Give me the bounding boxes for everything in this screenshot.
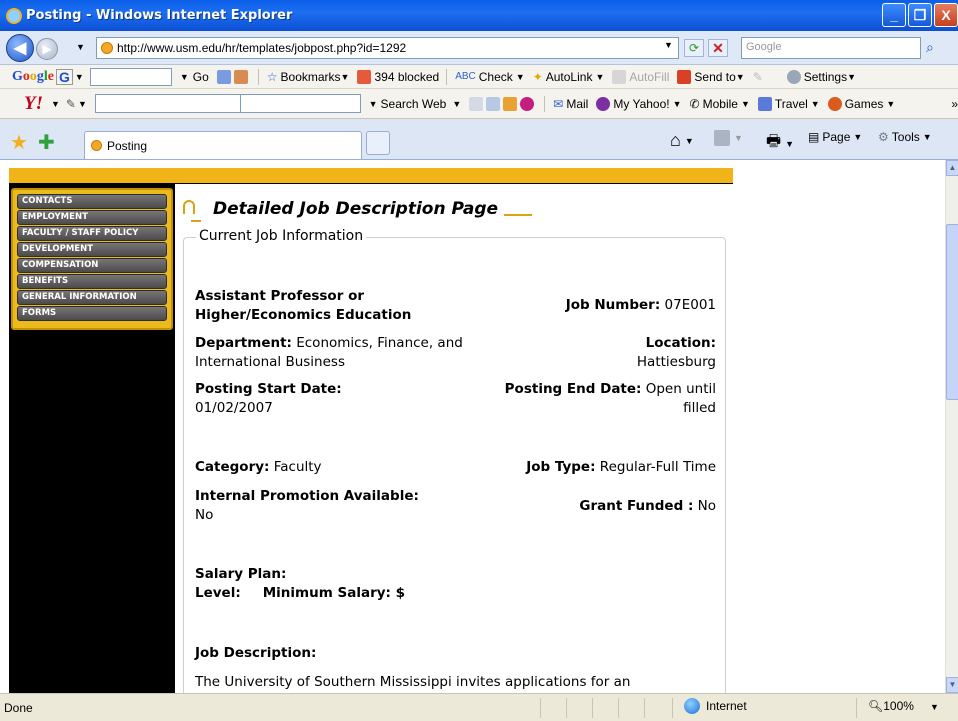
google-icons[interactable]: [216, 69, 251, 84]
posting-end-date: Posting End Date: Open until filled: [504, 381, 716, 416]
salary-plan: Salary Plan:: [195, 566, 287, 582]
popup-blocked-button[interactable]: 394 blocked: [357, 69, 439, 84]
close-button[interactable]: X: [934, 3, 958, 27]
salary-level: Level: Minimum Salary: $: [195, 585, 406, 601]
url-field[interactable]: http://www.usm.edu/hr/templates/jobpost.…: [96, 37, 679, 59]
heading-arch-icon: [183, 198, 201, 222]
google-g-icon[interactable]: G: [56, 68, 73, 85]
yahoo-mobile-button[interactable]: ✆ Mobile ▼: [690, 97, 750, 111]
sidebar-item-benefits[interactable]: BENEFITS: [17, 274, 167, 289]
title-bar: Posting - Windows Internet Explorer _ ❐ …: [0, 0, 958, 31]
search-input[interactable]: Google: [741, 37, 921, 59]
section-legend: Current Job Information: [196, 228, 367, 244]
vertical-scrollbar[interactable]: ▲ ▼: [945, 160, 958, 693]
ie-logo-icon: [6, 7, 22, 24]
page-viewport: CONTACTS EMPLOYMENT FACULTY / STAFF POLI…: [0, 160, 945, 693]
main-content: Detailed Job Description Page Current Jo…: [175, 184, 733, 693]
scroll-up-icon[interactable]: ▲: [946, 160, 958, 176]
page-title: Detailed Job Description Page: [213, 199, 499, 219]
yahoo-tool-icons[interactable]: [469, 96, 537, 111]
sidebar-item-compensation[interactable]: COMPENSATION: [17, 258, 167, 273]
posting-start-date: Posting Start Date: 01/02/2007: [195, 381, 342, 416]
scroll-down-icon[interactable]: ▼: [946, 677, 958, 693]
window-controls: _ ❐ X: [880, 3, 958, 27]
spell-check-button[interactable]: ABC Check ▼: [455, 70, 525, 84]
sidebar-item-faculty-staff-policy[interactable]: FACULTY / STAFF POLICY: [17, 226, 167, 241]
sidebar-item-development[interactable]: DEVELOPMENT: [17, 242, 167, 257]
location: Location: Hattiesburg: [636, 335, 716, 370]
internet-globe-icon: [684, 698, 700, 714]
google-go-button[interactable]: ▼ Go: [180, 70, 209, 84]
send-to-button[interactable]: Send to ▼: [677, 69, 745, 84]
yahoo-mail-button[interactable]: ✉ Mail: [553, 97, 588, 111]
job-title: Assistant Professor or Higher/Economics E…: [195, 288, 412, 323]
tab-posting[interactable]: Posting: [84, 131, 362, 159]
job-description-label: Job Description:: [195, 645, 317, 661]
status-bar: Done Internet 🔍︎100% ▼: [0, 693, 958, 721]
page-menu-button[interactable]: ▤ Page ▼: [808, 130, 862, 144]
forward-button[interactable]: ▶: [36, 38, 58, 60]
job-type: Job Type: Regular-Full Time: [526, 459, 716, 475]
yahoo-games-button[interactable]: Games ▼: [827, 96, 895, 111]
add-favorites-icon[interactable]: ✚: [38, 130, 55, 155]
autolink-button[interactable]: ✦ AutoLink ▼: [533, 70, 605, 84]
site-favicon-icon: [101, 42, 113, 54]
scroll-thumb[interactable]: [946, 224, 958, 400]
sidebar-menu: CONTACTS EMPLOYMENT FACULTY / STAFF POLI…: [11, 188, 173, 330]
sidebar-item-contacts[interactable]: CONTACTS: [17, 194, 167, 209]
address-bar: ◀ ▶ ▼ http://www.usm.edu/hr/templates/jo…: [0, 31, 958, 65]
tab-favicon-icon: [91, 140, 102, 151]
toolbar-more-button[interactable]: »: [951, 97, 958, 111]
yahoo-travel-button[interactable]: Travel ▼: [757, 96, 820, 111]
page-header-bar: [9, 168, 733, 184]
zoom-icon: 🔍︎: [868, 699, 884, 713]
google-logo[interactable]: Google: [12, 69, 54, 85]
pencil-icon[interactable]: ✎: [753, 70, 763, 84]
grant-funded: Grant Funded : No: [579, 498, 716, 514]
minimize-button[interactable]: _: [882, 3, 906, 27]
bookmarks-button[interactable]: ☆ Bookmarks ▼: [267, 70, 350, 84]
google-search-input[interactable]: [89, 67, 172, 86]
favorites-star-icon[interactable]: ★: [10, 130, 28, 155]
google-toolbar: Google G ▼ ▼ Go ☆ Bookmarks ▼ 394 blocked A…: [0, 65, 958, 89]
home-button[interactable]: ⌂ ▼: [670, 130, 694, 151]
sidebar-item-general-information[interactable]: GENERAL INFORMATION: [17, 290, 167, 305]
back-button[interactable]: ◀: [6, 34, 34, 62]
new-tab-button[interactable]: [366, 131, 390, 155]
internal-promotion: Internal Promotion Available: No: [195, 488, 419, 523]
refresh-button[interactable]: ⟳: [684, 39, 704, 57]
zoom-level[interactable]: 🔍︎100% ▼: [868, 699, 939, 713]
yahoo-pencil-icon[interactable]: ✎: [66, 97, 76, 111]
yahoo-logo[interactable]: Y!: [24, 93, 43, 115]
search-web-button[interactable]: ▼ Search Web: [369, 97, 447, 111]
tab-label: Posting: [107, 138, 148, 153]
security-zone[interactable]: Internet: [684, 698, 747, 714]
page-heading: Detailed Job Description Page: [183, 198, 533, 222]
settings-button[interactable]: Settings ▼: [786, 69, 856, 84]
sidebar-item-forms[interactable]: FORMS: [17, 306, 167, 321]
yahoo-search-input[interactable]: [94, 94, 241, 113]
job-number: Job Number: 07E001: [565, 297, 716, 313]
autofill-button[interactable]: AutoFill: [612, 69, 669, 84]
history-dropdown-icon[interactable]: ▼: [76, 42, 85, 52]
job-description-text: The University of Southern Mississippi i…: [195, 674, 631, 690]
maximize-button[interactable]: ❐: [908, 3, 932, 27]
current-job-information-section: Current Job Information Assistant Profes…: [183, 228, 726, 693]
tools-menu-button[interactable]: ⚙ Tools ▼: [878, 130, 932, 144]
url-text[interactable]: http://www.usm.edu/hr/templates/jobpost.…: [117, 41, 406, 55]
search-icon[interactable]: ⌕: [926, 39, 934, 56]
department: Department: Economics, Finance, and Inter…: [195, 335, 463, 370]
yahoo-toolbar: Y! ▼ ✎ ▼ ▼ Search Web ▼ ✉ Mail My Yahoo! ▼ …: [0, 89, 958, 119]
tab-bar: ★ ✚ Posting ⌂ ▼ ▼ 🖶 ▼ ▤ Page ▼ ⚙ Tools ▼: [0, 119, 958, 160]
browser-window: Posting - Windows Internet Explorer _ ❐ …: [0, 0, 958, 721]
status-text: Done: [4, 700, 33, 715]
my-yahoo-button[interactable]: My Yahoo! ▼: [596, 96, 682, 111]
feeds-button[interactable]: ▼: [714, 130, 743, 146]
category: Category: Faculty: [195, 459, 322, 475]
window-title: Posting - Windows Internet Explorer: [26, 8, 293, 23]
url-dropdown-icon[interactable]: ▼: [664, 40, 673, 50]
sidebar-item-employment[interactable]: EMPLOYMENT: [17, 210, 167, 225]
stop-button[interactable]: ✕: [708, 39, 728, 57]
print-button[interactable]: 🖶 ▼: [766, 130, 794, 157]
